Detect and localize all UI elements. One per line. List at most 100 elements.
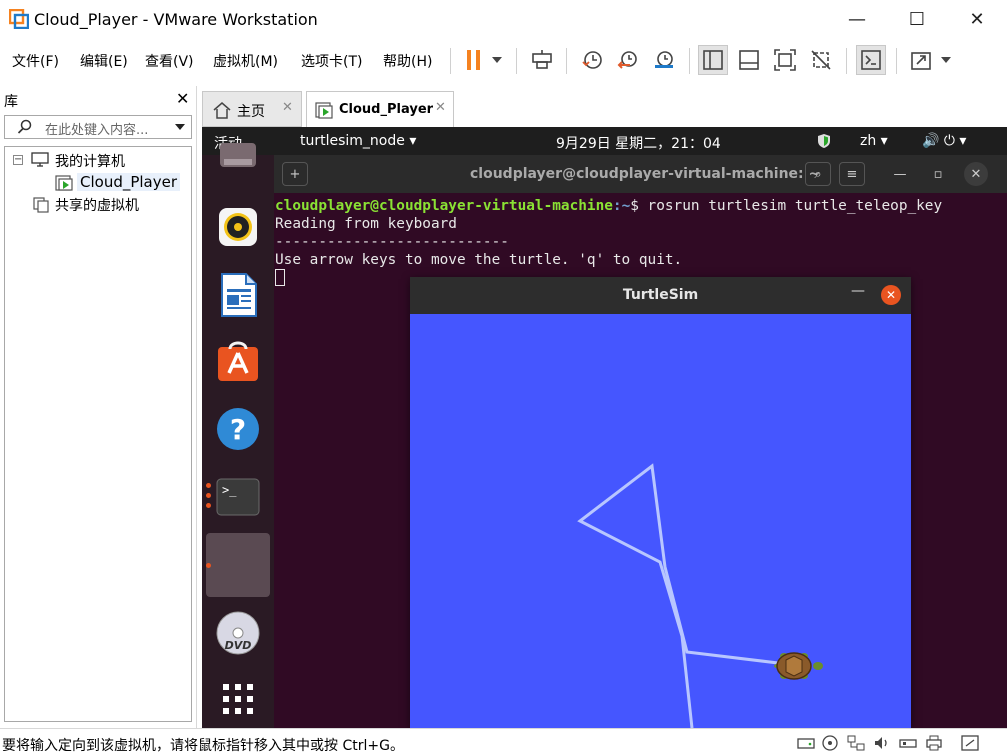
revert-snapshot-button[interactable]	[613, 45, 643, 75]
dock-item-files[interactable]	[216, 141, 260, 185]
tab-strip: 主页 ✕ Cloud_Player ✕	[202, 91, 1007, 127]
snapshot-icon	[582, 51, 602, 69]
pause-button[interactable]	[459, 45, 489, 75]
terminal-search-button[interactable]: ⌕	[805, 162, 831, 186]
maximize-button[interactable]: ☐	[887, 0, 947, 38]
dock-item-turtlesim[interactable]	[206, 533, 270, 597]
fullscreen-icon	[774, 49, 796, 71]
search-dropdown-caret[interactable]	[175, 124, 185, 130]
snapshot-button[interactable]	[577, 45, 607, 75]
turtlesim-running-indicator	[206, 563, 211, 568]
network-icon[interactable]	[847, 735, 865, 751]
fullscreen-button[interactable]	[770, 45, 800, 75]
printer-icon[interactable]	[925, 735, 943, 751]
app-menu[interactable]: turtlesim_node ▾	[300, 133, 416, 149]
dock-item-writer[interactable]	[216, 273, 260, 317]
prompt-user: cloudplayer@cloudplayer-virtual-machine	[275, 198, 613, 214]
vm-display[interactable]: 活动 turtlesim_node ▾ 9月29日 星期二，21：04 zh ▾…	[202, 127, 1007, 728]
tree-label-cloud-player: Cloud_Player	[77, 173, 181, 191]
menu-edit[interactable]: 编辑(E)	[80, 51, 128, 71]
terminal-maximize-button[interactable]: ▫	[925, 162, 951, 186]
tab-home[interactable]: 主页 ✕	[202, 91, 302, 127]
unity-icon	[811, 50, 831, 70]
turtle-icon	[774, 652, 823, 680]
menu-tabs[interactable]: 选项卡(T)	[301, 51, 362, 71]
system-menu[interactable]: 🔊 ⏻ ▾	[922, 133, 966, 149]
console-view-button[interactable]	[856, 45, 886, 75]
snapshot-manager-icon	[655, 51, 673, 68]
sound-icon[interactable]	[873, 735, 891, 751]
toolbar-divider	[516, 48, 517, 74]
terminal-minimize-button[interactable]: —	[887, 162, 913, 186]
terminal-running-indicator	[206, 503, 211, 508]
tree-item-shared-vms[interactable]: 共享的虚拟机	[5, 193, 191, 215]
status-bar: 要将输入定向到该虚拟机，请将鼠标指针移入其中或按 Ctrl+G。	[0, 728, 1007, 756]
tree-item-my-computer[interactable]: − 我的计算机	[5, 147, 191, 171]
dock-item-rhythmbox[interactable]	[216, 205, 260, 249]
library-tree: − 我的计算机 Cloud_Player 共享的虚拟机	[4, 146, 192, 722]
turtlesim-minimize-button[interactable]: —	[851, 283, 865, 299]
turtlesim-close-button[interactable]: ✕	[881, 285, 901, 305]
shield-icon[interactable]	[817, 133, 831, 149]
menu-view[interactable]: 查看(V)	[145, 51, 194, 71]
clock[interactable]: 9月29日 星期二，21：04	[556, 133, 721, 153]
vmware-app-icon	[9, 9, 29, 29]
menu-help[interactable]: 帮助(H)	[383, 51, 432, 71]
help-icon: ?	[217, 408, 259, 450]
library-header: 库	[4, 94, 18, 110]
tab-cloud-player[interactable]: Cloud_Player ✕	[306, 91, 454, 127]
dock-item-help[interactable]: ?	[216, 407, 260, 451]
terminal-line: cloudplayer@cloudplayer-virtual-machine:…	[275, 197, 942, 215]
turtlesim-title: TurtleSim	[622, 287, 699, 303]
menu-toolbar: 文件(F) 编辑(E) 查看(V) 虚拟机(M) 选项卡(T) 帮助(H)	[0, 38, 1007, 82]
cd-icon[interactable]	[821, 735, 839, 751]
library-view-icon	[703, 50, 723, 70]
svg-text:>_: >_	[222, 483, 237, 497]
rhythmbox-icon	[219, 208, 257, 246]
tree-collapse-toggle[interactable]: −	[13, 155, 23, 165]
library-search-input[interactable]: 在此处键入内容...	[4, 115, 192, 139]
tab-home-close-button[interactable]: ✕	[282, 100, 293, 115]
dock-show-applications[interactable]	[216, 677, 260, 721]
stretch-icon	[911, 52, 931, 70]
vm-running-icon	[315, 102, 333, 119]
terminal-menu-button[interactable]: ≡	[839, 162, 865, 186]
unity-button[interactable]	[806, 45, 836, 75]
language-indicator[interactable]: zh ▾	[860, 133, 888, 149]
shared-vm-icon	[33, 197, 49, 213]
terminal-close-button[interactable]: ✕	[964, 162, 988, 186]
terminal-line: ---------------------------	[275, 234, 509, 250]
svg-text:?: ?	[230, 413, 246, 446]
usb-icon[interactable]	[899, 735, 917, 751]
toolbar-divider	[566, 48, 567, 74]
menu-file[interactable]: 文件(F)	[12, 51, 59, 71]
ubuntu-dock: ? >_ DVD	[202, 143, 274, 728]
console-icon	[861, 50, 881, 70]
close-button[interactable]: ✕	[947, 0, 1007, 38]
dock-item-terminal[interactable]: >_	[216, 475, 260, 519]
title-bar: Cloud_Player - VMware Workstation — ☐ ✕	[0, 0, 1007, 38]
turtlesim-canvas	[577, 463, 823, 728]
library-view-button[interactable]	[698, 45, 728, 75]
terminal-icon: >_	[216, 478, 260, 516]
send-ctrl-alt-del-button[interactable]	[527, 45, 557, 75]
tab-cloud-player-close-button[interactable]: ✕	[435, 100, 446, 115]
turtlesim-window[interactable]: TurtleSim — ✕	[410, 277, 911, 728]
library-close-button[interactable]: ✕	[176, 89, 189, 108]
hard-disk-icon[interactable]	[797, 735, 815, 751]
terminal-new-tab-button[interactable]: +	[282, 162, 308, 186]
dock-item-dvd[interactable]: DVD	[216, 611, 260, 655]
library-panel: 库 ✕ 在此处键入内容... − 我的计算机 Cloud_Player 共享的虚…	[0, 86, 197, 728]
tree-item-cloud-player[interactable]: Cloud_Player	[5, 171, 191, 193]
stretch-button[interactable]	[906, 45, 936, 75]
thumbnail-view-button[interactable]	[734, 45, 764, 75]
stretch-dropdown-caret[interactable]	[941, 57, 951, 63]
snapshot-manager-button[interactable]	[649, 45, 679, 75]
dock-item-software[interactable]	[216, 339, 260, 383]
pause-dropdown-caret[interactable]	[492, 57, 502, 63]
minimize-button[interactable]: —	[827, 0, 887, 38]
menu-vm[interactable]: 虚拟机(M)	[213, 51, 278, 71]
terminal-header: + cloudplayer@cloudplayer-virtual-machin…	[274, 155, 1007, 193]
toolbar-divider	[846, 48, 847, 74]
display-icon[interactable]	[961, 735, 979, 751]
